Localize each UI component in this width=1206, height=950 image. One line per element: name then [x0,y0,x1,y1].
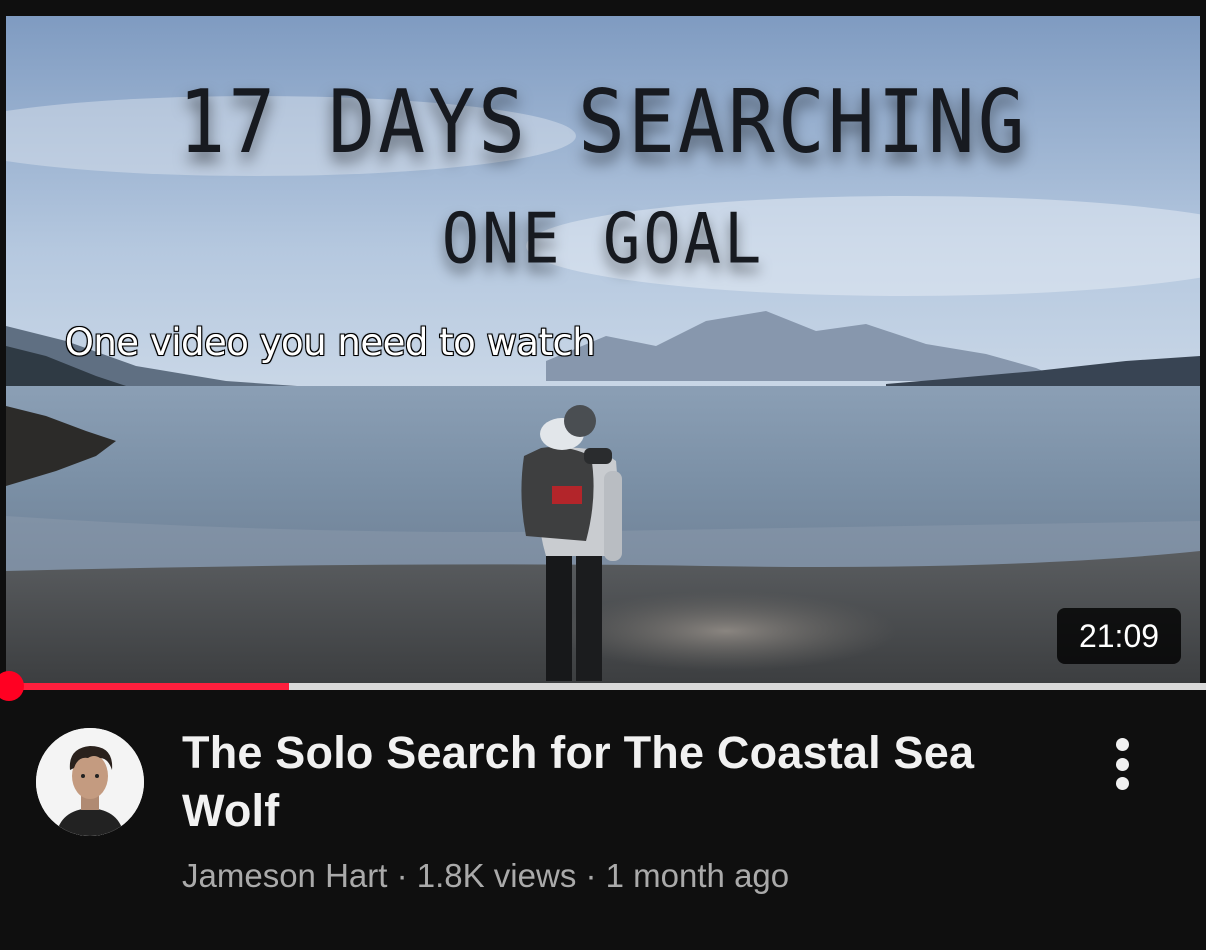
thumbnail-headline: 17 DAYS SEARCHING [178,72,1028,174]
meta-separator: · [387,857,417,894]
video-title[interactable]: The Solo Search for The Coastal Sea Wolf [182,724,1032,840]
duration-badge: 21:09 [1057,608,1181,664]
avatar-photo [36,728,144,836]
menu-dot [1115,757,1129,771]
view-count: 1.8K views [416,857,577,894]
thumbnail-image: 17 DAYS SEARCHING ONE GOAL One video you… [6,16,1200,684]
channel-avatar[interactable] [36,728,144,836]
watch-progress-fill [0,683,290,690]
channel-name[interactable]: Jameson Hart [182,857,387,894]
video-metadata: Jameson Hart · 1.8K views · 1 month ago [182,852,1082,900]
meta-separator: · [576,857,606,894]
video-thumbnail[interactable]: 17 DAYS SEARCHING ONE GOAL One video you… [0,0,1206,688]
more-vertical-icon[interactable] [1098,732,1146,796]
watch-progress-bar[interactable] [0,671,1206,701]
progress-scrubber-knob[interactable] [0,671,24,701]
upload-age: 1 month ago [605,857,790,894]
thumbnail-caption: One video you need to watch [64,321,597,365]
video-card: 17 DAYS SEARCHING ONE GOAL One video you… [0,0,1206,950]
thumbnail-subheadline: ONE GOAL [441,197,765,280]
menu-dot [1115,777,1129,790]
menu-dot [1115,738,1129,751]
